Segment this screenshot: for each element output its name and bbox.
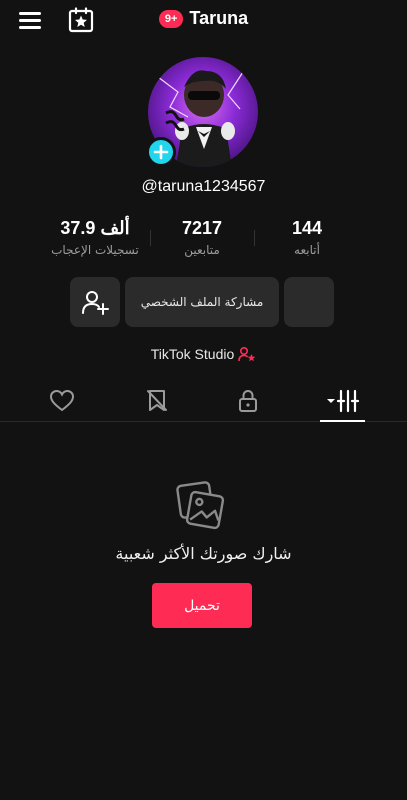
photo-gallery-icon — [174, 478, 230, 534]
stat-likes[interactable]: 37.9 ألف تسجيلات الإعجاب — [35, 216, 155, 260]
stat-following[interactable]: 144 أتابعه — [272, 216, 342, 260]
divider — [150, 230, 151, 246]
tab-videos[interactable] — [320, 386, 365, 416]
likes-label: تسجيلات الإعجاب — [51, 243, 139, 257]
share-profile-button[interactable]: مشاركة الملف الشخصي — [125, 277, 279, 327]
empty-state-message: شارك صورتك الأكثر شعبية — [115, 544, 292, 563]
account-switcher[interactable]: 9+ Taruna — [0, 8, 407, 29]
profile-actions: مشاركة الملف الشخصي — [0, 277, 407, 327]
notification-badge: 9+ — [158, 9, 184, 28]
share-profile-label: مشاركة الملف الشخصي — [140, 295, 264, 309]
upload-button[interactable]: تحميل — [152, 583, 252, 628]
add-friends-button[interactable] — [70, 277, 120, 327]
grid-filter-icon — [326, 389, 359, 413]
stat-followers[interactable]: 7217 متابعين — [162, 216, 242, 260]
edit-profile-button[interactable] — [284, 277, 334, 327]
top-bar: 9+ Taruna — [0, 0, 407, 40]
plus-icon — [153, 144, 169, 160]
followers-count: 7217 — [181, 218, 223, 238]
lock-icon — [239, 390, 257, 412]
tab-liked[interactable] — [42, 386, 82, 416]
add-user-icon — [82, 291, 109, 315]
heart-icon — [49, 389, 75, 412]
bookmark-hidden-icon — [147, 390, 167, 411]
user-star-icon — [238, 346, 256, 362]
tab-private[interactable] — [228, 386, 268, 416]
divider — [254, 230, 255, 246]
username: @taruna1234567 — [141, 178, 266, 195]
following-count: 144 — [291, 218, 323, 238]
followers-label: متابعين — [184, 243, 220, 257]
tab-saved[interactable] — [137, 386, 177, 416]
active-tab-indicator — [320, 420, 365, 422]
account-title: Taruna — [189, 8, 249, 28]
add-avatar-button[interactable] — [146, 137, 176, 167]
following-label: أتابعه — [294, 243, 320, 257]
stats-row: 37.9 ألف تسجيلات الإعجاب 7217 متابعين 14… — [0, 216, 407, 266]
profile-tabs — [0, 380, 407, 422]
likes-count: 37.9 ألف — [60, 218, 130, 238]
tiktok-studio-link[interactable]: TikTok Studio — [0, 346, 407, 362]
tiktok-studio-label: TikTok Studio — [150, 346, 235, 362]
